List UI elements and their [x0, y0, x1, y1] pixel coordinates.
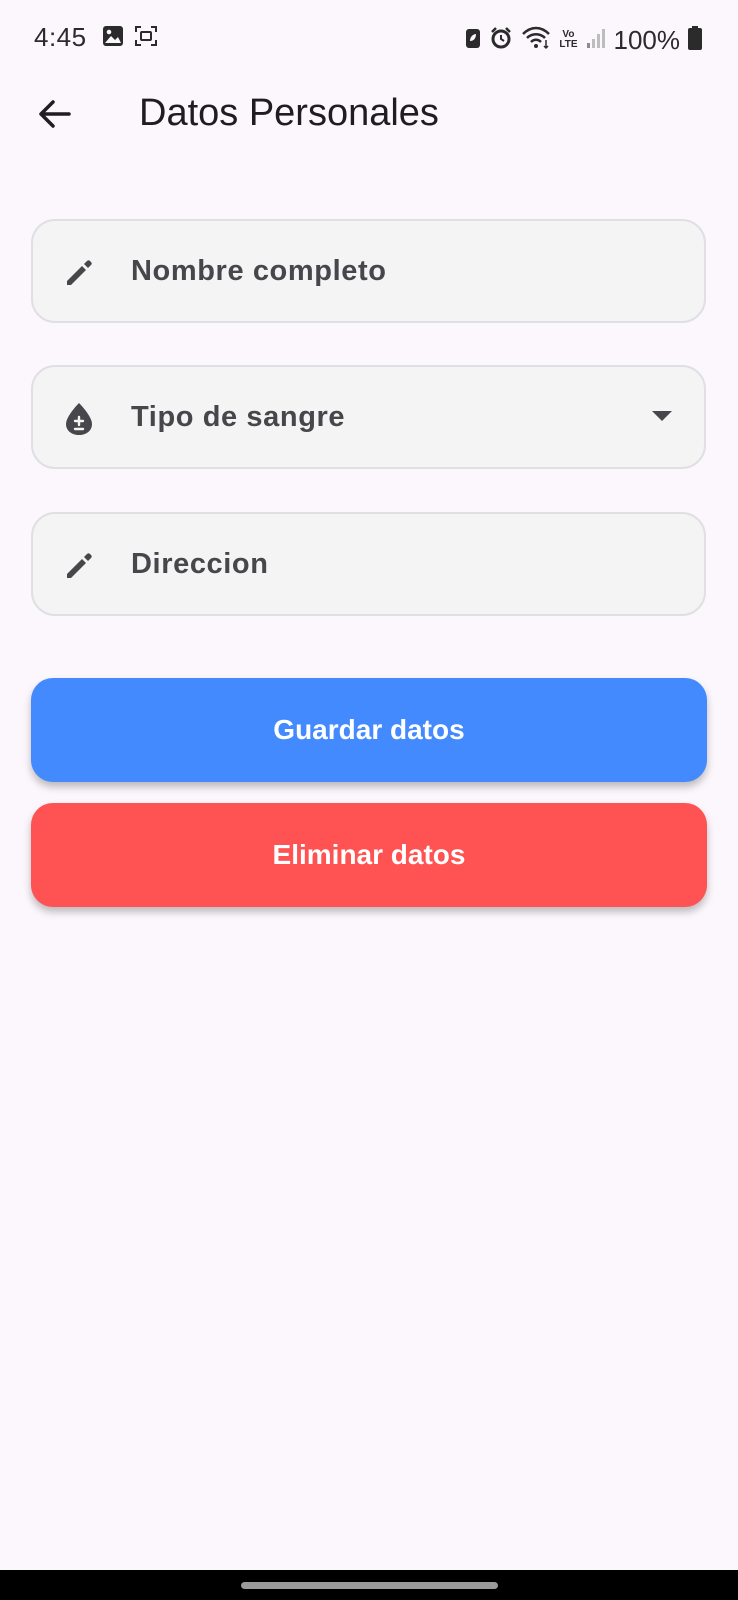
signal-icon [586, 27, 606, 54]
app-bar: Datos Personales [0, 80, 738, 150]
screen-capture-icon [134, 25, 158, 52]
battery-percent: 100% [613, 24, 681, 55]
home-gesture-handle[interactable] [241, 1582, 498, 1589]
dropdown-arrow-icon [652, 411, 672, 421]
battery-saver-icon [465, 27, 481, 54]
address-field-label: Direccion [131, 548, 269, 580]
save-button[interactable]: Guardar datos [31, 678, 707, 782]
status-left-icons [102, 25, 158, 52]
status-right-icons: Vo LTE 100% [465, 20, 702, 60]
name-field[interactable]: Nombre completo [31, 219, 706, 323]
blood-drop-icon [61, 401, 97, 437]
battery-icon [688, 25, 702, 55]
wifi-icon [521, 26, 551, 55]
name-field-label: Nombre completo [131, 255, 387, 287]
volte-icon: Vo LTE [559, 30, 577, 50]
status-time: 4:45 [34, 22, 87, 52]
arrow-back-icon [36, 96, 72, 137]
blood-type-dropdown[interactable]: Tipo de sangre [31, 365, 706, 469]
status-bar: 4:45 Vo LTE 100% [0, 0, 738, 80]
pencil-icon [61, 255, 97, 291]
system-nav-bar [0, 1570, 738, 1600]
address-field[interactable]: Direccion [31, 512, 706, 616]
back-button[interactable] [24, 86, 84, 146]
blood-type-label: Tipo de sangre [131, 401, 346, 433]
pencil-icon [61, 548, 97, 584]
volte-bottom-text: LTE [559, 39, 578, 50]
alarm-icon [489, 26, 513, 55]
page-title: Datos Personales [139, 92, 439, 134]
gallery-icon [102, 25, 124, 52]
delete-button[interactable]: Eliminar datos [31, 803, 707, 907]
